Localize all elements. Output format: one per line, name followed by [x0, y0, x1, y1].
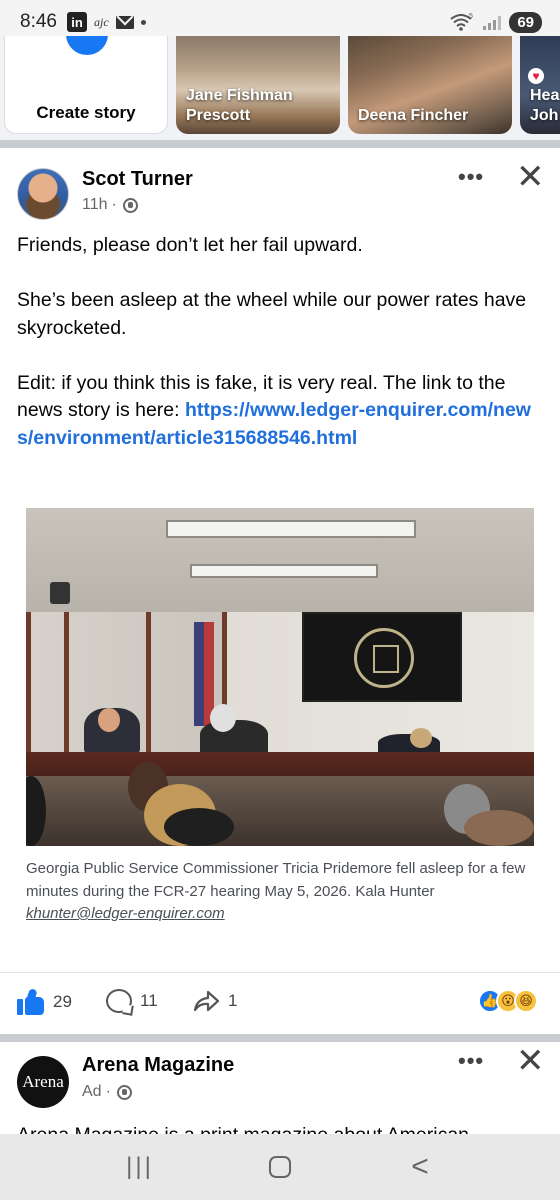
wifi-badge: 5 — [469, 13, 473, 20]
post-photo[interactable] — [26, 508, 534, 846]
home-button[interactable] — [250, 1156, 310, 1178]
linkedin-icon: in — [66, 12, 87, 32]
post-paragraph: Friends, please don’t let her fail upwar… — [17, 234, 363, 256]
comment-icon — [106, 989, 132, 1013]
author-avatar[interactable] — [17, 168, 69, 220]
more-notifications-dot-icon — [140, 19, 146, 25]
stories-strip: Create story Jane Fishman Prescott Deena… — [0, 36, 560, 140]
post-time[interactable]: 11h — [82, 196, 108, 214]
share-count: 1 — [228, 991, 238, 1010]
more-options-icon[interactable]: ••• — [458, 1048, 484, 1074]
back-icon[interactable]: < — [390, 1150, 450, 1184]
caption-text: Georgia Public Service Commissioner Tric… — [26, 860, 526, 900]
actions-divider — [0, 972, 560, 973]
more-options-icon[interactable]: ••• — [458, 164, 484, 190]
ad-label: Ad — [82, 1083, 102, 1100]
story-card[interactable]: Jane Fishman Prescott — [176, 36, 340, 134]
signal-icon — [483, 14, 502, 30]
create-story-label: Create story — [36, 103, 136, 122]
comment-button[interactable]: 11 — [106, 989, 158, 1013]
post-paragraph: She’s been asleep at the wheel while our… — [17, 289, 527, 339]
thumbs-up-icon — [17, 988, 45, 1015]
wifi-icon: 5 — [450, 13, 473, 31]
meta-separator: · — [111, 196, 117, 213]
heart-icon: ♥ — [528, 68, 544, 84]
post-text: Friends, please don’t let her fail upwar… — [17, 232, 547, 452]
recent-apps-icon[interactable]: ||| — [110, 1153, 170, 1181]
ajc-icon: ajc — [93, 14, 109, 29]
advertiser-avatar[interactable]: Arena — [17, 1056, 69, 1108]
globe-icon — [122, 197, 138, 213]
notification-icons: in ajc — [66, 12, 146, 32]
battery-indicator: 69 — [509, 11, 542, 33]
create-story-card[interactable]: Create story — [4, 36, 168, 134]
caption-email-link[interactable]: khunter@ledger-enquirer.com — [26, 905, 225, 922]
post-author-name[interactable]: Scot Turner — [82, 168, 193, 191]
section-divider — [0, 140, 560, 148]
story-author: Hea Joh — [530, 87, 560, 124]
post-paragraph: Edit: if you think this is fake, it is v… — [17, 370, 547, 453]
reactions-summary[interactable]: 👍 😮 😆 — [478, 989, 538, 1013]
ad-meta: Ad · — [82, 1083, 132, 1101]
mail-icon — [115, 15, 134, 29]
navigation-bar: ||| < — [0, 1134, 560, 1200]
security-camera-graphic — [50, 582, 70, 604]
add-story-icon — [63, 36, 111, 58]
share-icon — [193, 990, 220, 1012]
status-time: 8:46 — [20, 11, 57, 32]
close-icon[interactable]: ✕ — [516, 160, 545, 194]
post-actions: 29 11 1 👍 😮 😆 — [0, 985, 560, 1025]
section-divider — [0, 1034, 560, 1042]
share-button[interactable]: 1 — [192, 989, 237, 1013]
globe-icon — [116, 1084, 132, 1100]
story-author: Jane Fishman Prescott — [186, 87, 293, 124]
seal-screen-graphic — [302, 612, 462, 702]
photo-caption: Georgia Public Service Commissioner Tric… — [26, 858, 538, 926]
post-header: Scot Turner 11h · ••• ✕ — [0, 148, 560, 228]
meta-separator: · — [105, 1083, 111, 1100]
close-icon[interactable]: ✕ — [516, 1044, 545, 1078]
like-count: 29 — [53, 992, 72, 1011]
story-card[interactable]: ♥ Hea Joh — [520, 36, 560, 134]
system-icons: 5 69 — [449, 11, 542, 33]
story-author: Deena Fincher — [358, 107, 469, 124]
home-icon — [269, 1156, 291, 1178]
story-card[interactable]: Deena Fincher — [348, 36, 512, 134]
post-meta: 11h · — [82, 196, 138, 214]
like-button[interactable]: 29 — [17, 988, 72, 1015]
comment-count: 11 — [140, 991, 158, 1010]
haha-reaction-icon: 😆 — [514, 989, 538, 1013]
advertiser-name[interactable]: Arena Magazine — [82, 1054, 234, 1077]
